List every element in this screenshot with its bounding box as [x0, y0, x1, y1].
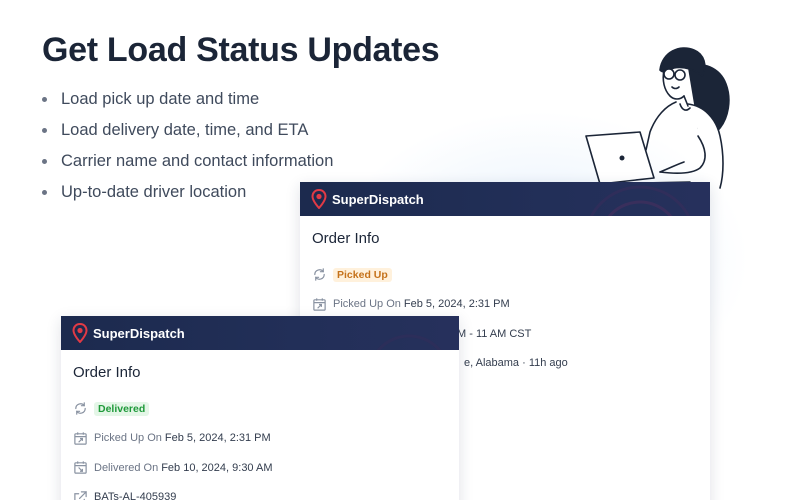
delivered-row: Delivered On Feb 10, 2024, 9:30 AM	[73, 453, 447, 483]
brand-name: SuperDispatch	[332, 191, 424, 207]
order-card-delivered: SuperDispatch Order Info Delivered Picke…	[61, 316, 459, 500]
feature-item: Up-to-date driver location	[42, 182, 333, 213]
sync-icon	[75, 402, 86, 415]
bullet-icon	[42, 97, 47, 102]
card-title: Order Info	[73, 364, 141, 381]
status-row: Delivered	[73, 394, 447, 424]
order-number-link[interactable]: BATs-AL-405939	[94, 491, 176, 500]
picked-up-row: Picked Up On Feb 5, 2024, 2:31 PM	[73, 424, 447, 454]
card-title: Order Info	[312, 230, 380, 247]
picked-up-row: Picked Up On Feb 5, 2024, 2:31 PM	[312, 290, 698, 320]
person-laptop-illustration	[585, 47, 730, 189]
feature-text: Up-to-date driver location	[61, 183, 247, 201]
bullet-icon	[42, 128, 47, 133]
picked-up-label: Picked Up On	[333, 298, 401, 311]
delivered-label: Delivered On	[94, 461, 159, 474]
sync-icon	[314, 268, 325, 281]
superdispatch-logo-icon	[311, 189, 327, 209]
card-header: SuperDispatch	[61, 316, 459, 350]
external-link-icon	[74, 491, 87, 500]
feature-text: Carrier name and contact information	[61, 152, 334, 170]
feature-text: Load delivery date, time, and ETA	[61, 121, 309, 139]
delivered-value: Feb 10, 2024, 9:30 AM	[161, 461, 273, 474]
order-number-row: BATs-AL-405939	[73, 483, 447, 500]
calendar-icon	[74, 432, 87, 445]
feature-item: Carrier name and contact information	[42, 151, 333, 182]
header-decoration	[376, 334, 442, 350]
location-value: e, Alabama · 11h ago	[464, 357, 568, 370]
status-row: Picked Up	[312, 260, 698, 290]
eta-value: M - 11 AM CST	[457, 327, 532, 340]
picked-up-value: Feb 5, 2024, 2:31 PM	[164, 432, 271, 445]
status-badge: Delivered	[94, 401, 150, 416]
feature-list: Load pick up date and time Load delivery…	[42, 89, 333, 213]
feature-text: Load pick up date and time	[61, 90, 260, 108]
header-decoration	[589, 185, 691, 216]
calendar-icon	[74, 461, 87, 474]
status-badge: Picked Up	[333, 267, 392, 282]
brand-name: SuperDispatch	[93, 325, 185, 341]
feature-item: Load pick up date and time	[42, 89, 333, 120]
card-header: SuperDispatch	[300, 182, 710, 216]
picked-up-label: Picked Up On	[94, 432, 162, 445]
page-headline: Get Load Status Updates	[42, 31, 440, 69]
bullet-icon	[42, 190, 47, 195]
calendar-icon	[313, 298, 326, 311]
superdispatch-logo-icon	[72, 323, 88, 343]
bullet-icon	[42, 159, 47, 164]
picked-up-value: Feb 5, 2024, 2:31 PM	[403, 298, 510, 311]
feature-item: Load delivery date, time, and ETA	[42, 120, 333, 151]
